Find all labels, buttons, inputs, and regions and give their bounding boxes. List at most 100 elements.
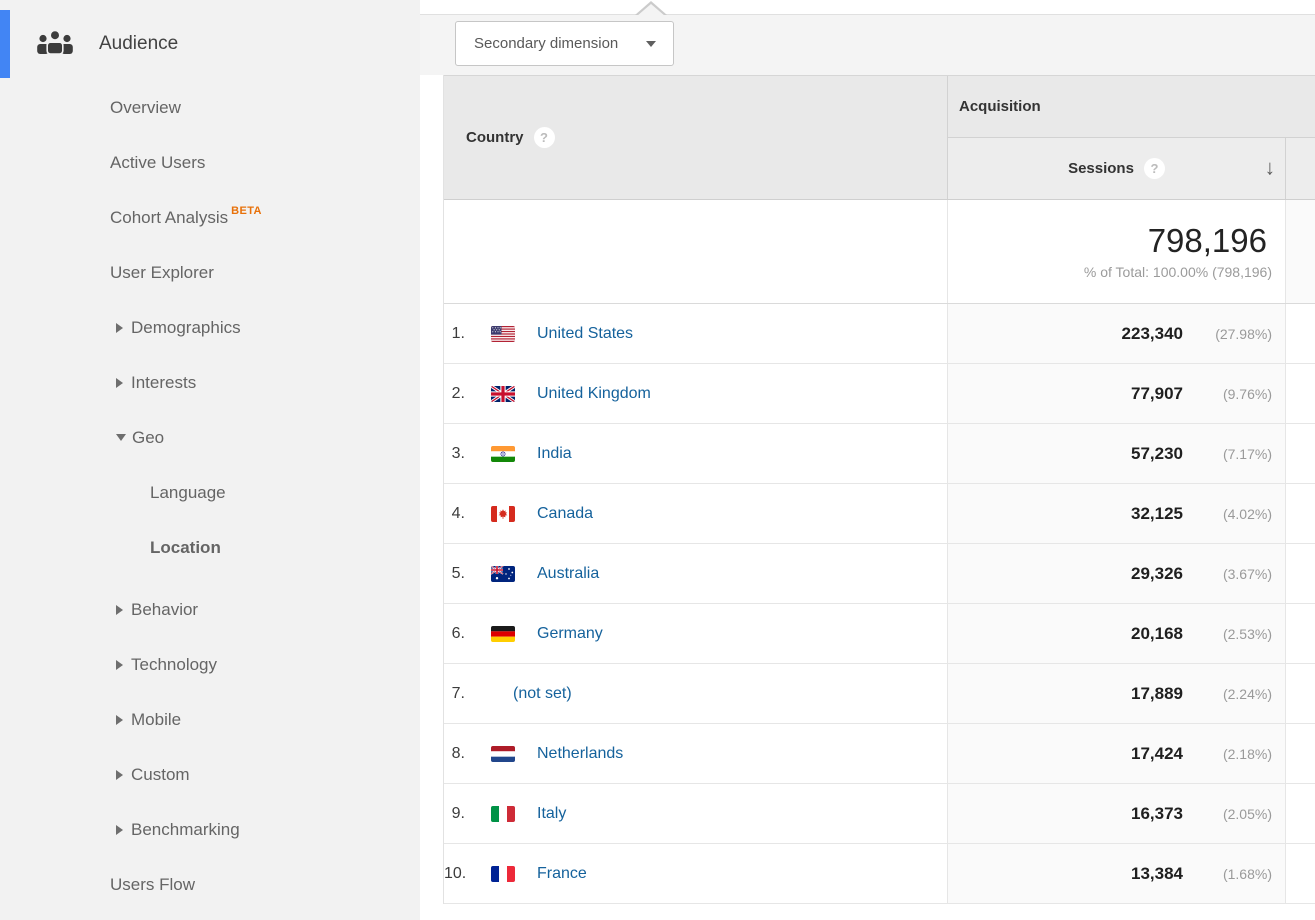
section-label: Audience [99,33,178,55]
sessions-percent: (7.17%) [1183,446,1272,462]
country-link[interactable]: India [537,445,572,463]
row-rank: 4. [444,505,465,523]
sidebar-item-active-users[interactable]: Active Users [0,135,420,190]
table-row: 6. Germany 20,168 (2.53%) [444,604,1315,664]
table-row: 3. India 57,230 (7.17%) [444,424,1315,484]
table-row: 9. Italy 16,373 (2.05%) [444,784,1315,844]
country-flag-icon-us [491,326,515,342]
country-cell: 10. France [444,844,948,903]
help-icon[interactable]: ? [1144,158,1165,179]
beta-badge: BETA [231,205,262,217]
secondary-dimension-button[interactable]: Secondary dimension [455,21,674,66]
sessions-value: 223,340 [1122,324,1183,344]
next-column-sliver-cell [1286,304,1315,363]
sessions-cell: 13,384 (1.68%) [948,844,1286,903]
sessions-cell: 17,889 (2.24%) [948,664,1286,723]
acquisition-group-header: Acquisition [948,76,1315,138]
country-link[interactable]: Germany [537,625,603,643]
sidebar-item-users-flow[interactable]: Users Flow [0,857,420,912]
sidebar-item-interests[interactable]: Interests [0,355,420,410]
country-cell: 8. Netherlands [444,724,948,783]
country-link[interactable]: United States [537,325,633,343]
sidebar-nav: Overview Active Users Cohort AnalysisBET… [0,80,420,912]
sessions-cell: 77,907 (9.76%) [948,364,1286,423]
next-column-sliver-cell [1286,784,1315,843]
next-column-sliver-cell [1286,664,1315,723]
next-column-sliver-cell [1286,724,1315,783]
report-content: Secondary dimension Country ? Acquisitio… [420,0,1315,920]
sidebar-item-language[interactable]: Language [0,465,420,520]
country-link[interactable]: Netherlands [537,745,623,763]
table-row: 10. France 13,384 (1.68%) [444,844,1315,904]
country-cell: 9. Italy [444,784,948,843]
table-header: Country ? Acquisition Sessions ? ↓ [444,75,1315,200]
totals-country-cell [444,200,948,303]
sidebar-item-technology[interactable]: Technology [0,637,420,692]
row-rank: 10. [444,865,465,883]
row-rank: 9. [444,805,465,823]
sessions-cell: 32,125 (4.02%) [948,484,1286,543]
totals-sliver-cell [1286,200,1315,303]
sidebar-item-geo[interactable]: Geo [0,410,420,465]
sidebar-item-user-explorer[interactable]: User Explorer [0,245,420,300]
sidebar-item-location[interactable]: Location [0,520,420,575]
country-flag-icon-gb [491,386,515,402]
sessions-column-header[interactable]: Sessions ? ↓ [948,138,1286,199]
table-body: 1. United States 223,340 (27.98%) 2. Uni… [444,304,1315,904]
sidebar-item-mobile[interactable]: Mobile [0,692,420,747]
row-rank: 2. [444,385,465,403]
table-row: 7. (not set) 17,889 (2.24%) [444,664,1315,724]
chevron-right-icon [116,770,123,780]
country-link[interactable]: Italy [537,805,566,823]
data-table: Country ? Acquisition Sessions ? ↓ [443,75,1315,904]
sessions-cell: 20,168 (2.53%) [948,604,1286,663]
sessions-value: 57,230 [1131,444,1183,464]
country-cell: 7. (not set) [444,664,948,723]
country-cell: 6. Germany [444,604,948,663]
analytics-location-report: Audience Overview Active Users Cohort An… [0,0,1315,920]
country-flag-icon-ca [491,506,515,522]
sidebar-item-demographics[interactable]: Demographics [0,300,420,355]
country-link[interactable]: Canada [537,505,593,523]
country-cell: 5. Australia [444,544,948,603]
sessions-percent: (27.98%) [1183,326,1272,342]
total-sessions-value: 798,196 [1148,223,1267,259]
country-link[interactable]: (not set) [513,685,572,703]
sessions-cell: 57,230 (7.17%) [948,424,1286,483]
row-rank: 7. [444,685,465,703]
sidebar-item-overview[interactable]: Overview [0,80,420,135]
country-column-header[interactable]: Country ? [444,76,948,199]
country-cell: 1. United States [444,304,948,363]
row-rank: 8. [444,745,465,763]
country-flag-icon-it [491,806,515,822]
metric-header-row: Sessions ? ↓ [948,138,1315,199]
sessions-cell: 17,424 (2.18%) [948,724,1286,783]
country-link[interactable]: Australia [537,565,599,583]
country-flag-icon-au [491,566,515,582]
sidebar-item-cohort-analysis[interactable]: Cohort AnalysisBETA [0,190,420,245]
sessions-value: 16,373 [1131,804,1183,824]
sessions-value: 17,424 [1131,744,1183,764]
help-icon[interactable]: ? [534,127,555,148]
sessions-value: 17,889 [1131,684,1183,704]
sidebar-section-audience[interactable]: Audience [35,20,178,68]
tab-notch-decoration [635,1,667,15]
sort-descending-arrow-icon[interactable]: ↓ [1265,156,1276,180]
sessions-value: 13,384 [1131,864,1183,884]
sessions-value: 77,907 [1131,384,1183,404]
chevron-right-icon [116,378,123,388]
audience-people-icon [35,28,75,60]
table-row: 4. Canada 32,125 (4.02%) [444,484,1315,544]
chevron-right-icon [116,715,123,725]
toolbar-band: Secondary dimension [420,14,1315,75]
sidebar-item-benchmarking[interactable]: Benchmarking [0,802,420,857]
sidebar-item-behavior[interactable]: Behavior [0,582,420,637]
next-column-sliver-header [1286,138,1315,199]
sidebar-item-custom[interactable]: Custom [0,747,420,802]
country-link[interactable]: United Kingdom [537,385,651,403]
sessions-percent: (2.24%) [1183,686,1272,702]
active-section-indicator [0,10,10,78]
next-column-sliver-cell [1286,484,1315,543]
country-link[interactable]: France [537,865,587,883]
sessions-percent: (9.76%) [1183,386,1272,402]
